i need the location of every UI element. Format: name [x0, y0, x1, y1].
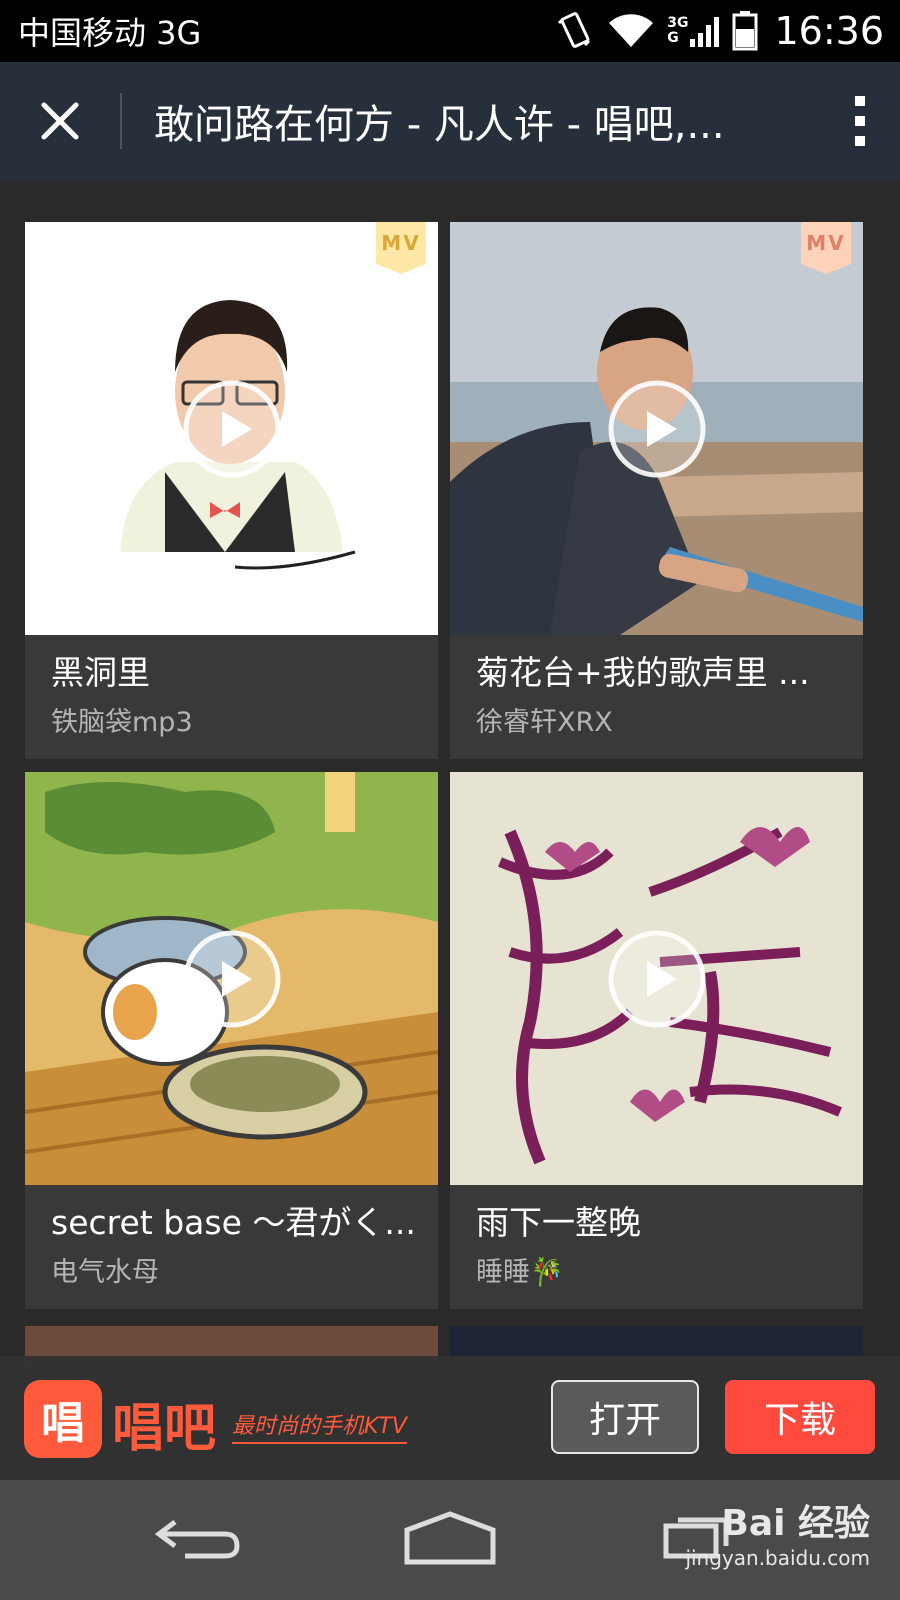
song-thumbnail: MV — [25, 222, 438, 635]
mv-badge: MV — [801, 222, 851, 274]
song-artist: 铁脑袋mp3 — [51, 707, 193, 738]
song-title: secret base ～君がく... — [51, 1203, 416, 1242]
song-title: 雨下一整晚 — [476, 1203, 641, 1242]
play-icon[interactable] — [607, 929, 707, 1029]
play-icon[interactable] — [182, 379, 282, 479]
home-icon[interactable] — [403, 1510, 497, 1566]
song-grid: MV 黑洞里 铁脑袋mp3 MV 菊花台+我的歌声里 ... 徐睿轩XRX se… — [0, 180, 900, 1480]
toolbar: 敢问路在何方 - 凡人许 - 唱吧,... — [0, 62, 900, 180]
clock: 16:36 — [774, 9, 884, 53]
song-artist: 徐睿轩XRX — [476, 707, 613, 738]
song-thumbnail — [25, 772, 438, 1185]
song-card[interactable]: MV 菊花台+我的歌声里 ... 徐睿轩XRX — [450, 222, 863, 759]
song-title: 黑洞里 — [51, 653, 150, 692]
app-name: 唱吧 — [112, 1399, 217, 1459]
song-card[interactable]: MV 黑洞里 铁脑袋mp3 — [25, 222, 438, 759]
play-icon[interactable] — [182, 929, 282, 1029]
close-icon — [41, 102, 79, 140]
app-promo-banner: 唱 唱吧 最时尚的手机KTV 打开 下载 — [0, 1356, 900, 1480]
song-thumbnail — [450, 772, 863, 1185]
status-icons: 3G G 16:36 — [555, 9, 884, 53]
wifi-icon — [607, 13, 655, 49]
overflow-menu-button[interactable] — [820, 62, 900, 180]
more-vertical-icon — [855, 96, 865, 146]
song-title: 菊花台+我的歌声里 ... — [476, 653, 810, 692]
play-icon[interactable] — [607, 379, 707, 479]
baidu-jingyan-watermark: Bai 经验 jingyan.baidu.com — [685, 1503, 870, 1570]
download-app-button[interactable]: 下载 — [725, 1380, 875, 1454]
carrier-label: 中国移动 3G — [18, 14, 202, 52]
song-artist: 睡睡🎋 — [476, 1257, 564, 1288]
song-card[interactable]: secret base ～君がく... 电气水母 — [25, 772, 438, 1309]
system-nav-bar: Bai 经验 jingyan.baidu.com — [0, 1480, 900, 1600]
close-button[interactable] — [0, 62, 120, 180]
app-slogan: 最时尚的手机KTV — [232, 1408, 407, 1444]
song-card[interactable]: 雨下一整晚 睡睡🎋 — [450, 772, 863, 1309]
battery-icon — [732, 11, 758, 51]
page-title: 敢问路在何方 - 凡人许 - 唱吧,... — [154, 102, 725, 148]
back-icon[interactable] — [155, 1510, 241, 1560]
app-logo-icon: 唱 — [24, 1380, 102, 1458]
vibrate-icon — [555, 9, 595, 53]
song-artist: 电气水母 — [51, 1257, 159, 1288]
song-thumbnail: MV — [450, 222, 863, 635]
status-bar: 中国移动 3G 3G G 16:36 — [0, 0, 900, 62]
cellular-signal-icon: 3G G — [667, 15, 720, 47]
open-app-button[interactable]: 打开 — [551, 1380, 699, 1454]
mv-badge: MV — [376, 222, 426, 274]
